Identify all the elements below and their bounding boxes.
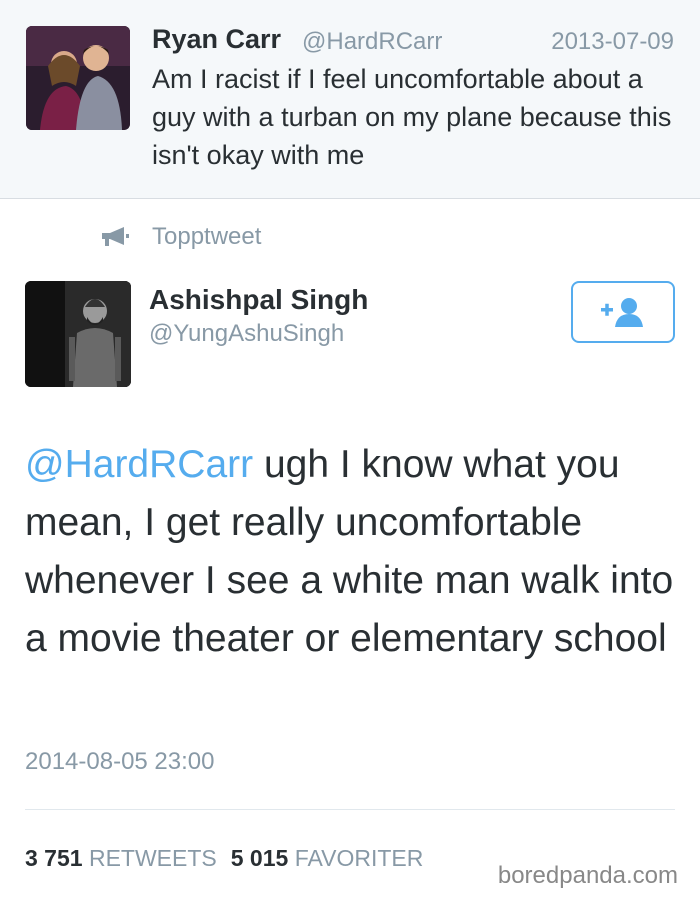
tweet-text: @HardRCarr ugh I know what you mean, I g… (25, 436, 685, 668)
mention-link[interactable]: @HardRCarr (25, 443, 253, 486)
follow-button[interactable] (571, 281, 675, 343)
tweet-timestamp[interactable]: 2014-08-05 23:00 (25, 748, 215, 776)
retweets-stat[interactable]: 3 751 RETWEETS (25, 845, 217, 871)
quoted-tweet-text: Am I racist if I feel uncomfortable abou… (152, 64, 672, 170)
tweet-stats: 3 751 RETWEETS 5 015 FAVORITER (25, 845, 423, 872)
favorites-stat[interactable]: 5 015 FAVORITER (231, 845, 424, 871)
quoted-author-name[interactable]: Ryan Carr (152, 24, 281, 55)
author-name[interactable]: Ashishpal Singh (149, 284, 368, 316)
avatar-photo (26, 26, 130, 130)
add-user-icon (601, 298, 643, 327)
promoted-label: Topptweet (152, 223, 262, 250)
quoted-tweet[interactable]: Ryan Carr @HardRCarr 2013-07-09 Am I rac… (0, 0, 700, 199)
promoted-label-row: Topptweet (100, 222, 261, 252)
divider (25, 809, 675, 810)
favorites-label: FAVORITER (294, 845, 424, 871)
megaphone-icon (102, 227, 129, 246)
retweets-label: RETWEETS (88, 845, 217, 871)
avatar[interactable] (26, 26, 130, 130)
avatar[interactable] (25, 281, 131, 387)
retweets-count: 3 751 (25, 845, 83, 871)
avatar-photo (25, 281, 131, 387)
favorites-count: 5 015 (230, 845, 289, 871)
author-handle[interactable]: @YungAshuSingh (149, 320, 344, 348)
quoted-author-handle[interactable]: @HardRCarr (302, 28, 442, 56)
watermark: boredpanda.com (493, 860, 682, 892)
quoted-tweet-date: 2013-07-09 (551, 28, 674, 55)
